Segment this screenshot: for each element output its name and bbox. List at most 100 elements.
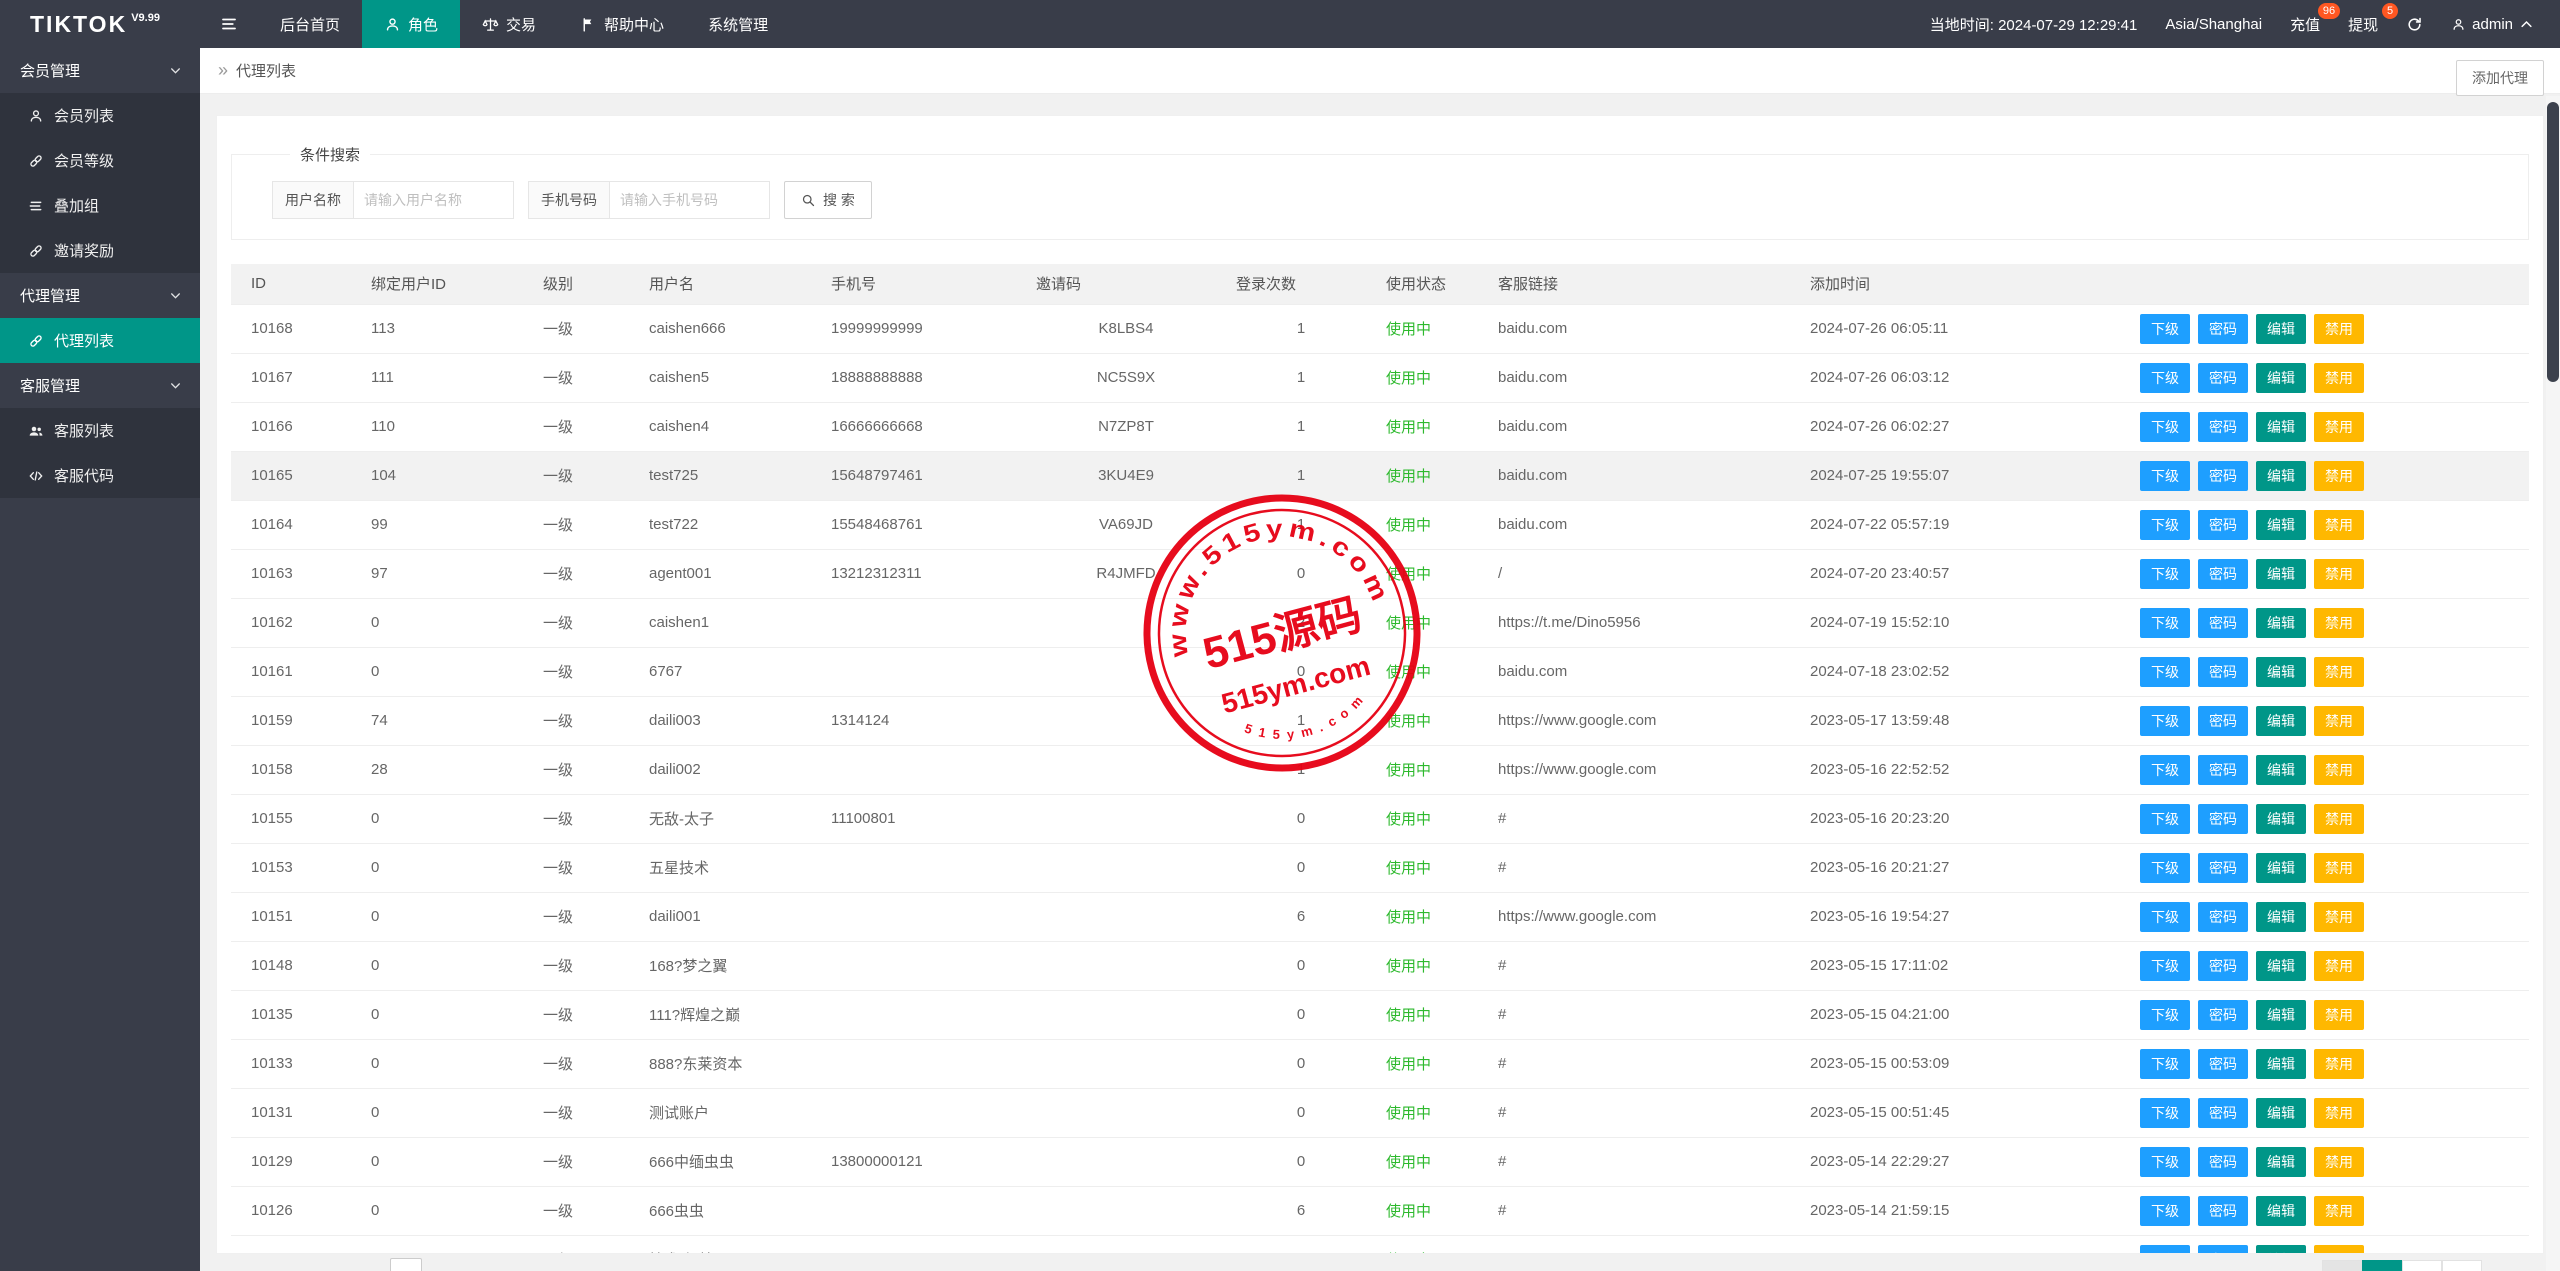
password-button[interactable]: 密码 (2198, 558, 2248, 589)
sidebar-group-header[interactable]: 客服管理 (0, 363, 200, 408)
password-button[interactable]: 密码 (2198, 607, 2248, 638)
sidebar-item-邀请奖励[interactable]: 邀请奖励 (0, 228, 200, 273)
nav-item-system[interactable]: 系统管理 (686, 0, 790, 48)
admin-user-menu[interactable]: admin (2451, 16, 2534, 33)
disable-button[interactable]: 禁用 (2314, 754, 2364, 785)
password-button[interactable]: 密码 (2198, 362, 2248, 393)
add-agent-button[interactable]: 添加代理 (2456, 60, 2544, 96)
edit-button[interactable]: 编辑 (2256, 509, 2306, 540)
subordinate-button[interactable]: 下级 (2140, 313, 2190, 344)
edit-button[interactable]: 编辑 (2256, 1244, 2306, 1253)
password-button[interactable]: 密码 (2198, 705, 2248, 736)
subordinate-button[interactable]: 下级 (2140, 509, 2190, 540)
pagination-page-1[interactable]: 1 (2362, 1260, 2402, 1271)
edit-button[interactable]: 编辑 (2256, 362, 2306, 393)
sidebar-item-客服列表[interactable]: 客服列表 (0, 408, 200, 453)
disable-button[interactable]: 禁用 (2314, 509, 2364, 540)
subordinate-button[interactable]: 下级 (2140, 460, 2190, 491)
subordinate-button[interactable]: 下级 (2140, 852, 2190, 883)
edit-button[interactable]: 编辑 (2256, 558, 2306, 589)
edit-button[interactable]: 编辑 (2256, 1097, 2306, 1128)
edit-button[interactable]: 编辑 (2256, 656, 2306, 687)
password-button[interactable]: 密码 (2198, 754, 2248, 785)
password-button[interactable]: 密码 (2198, 460, 2248, 491)
nav-item-help[interactable]: 帮助中心 (558, 0, 686, 48)
pagination-prev[interactable] (2322, 1260, 2362, 1271)
password-button[interactable]: 密码 (2198, 852, 2248, 883)
edit-button[interactable]: 编辑 (2256, 705, 2306, 736)
disable-button[interactable]: 禁用 (2314, 460, 2364, 491)
refresh-icon[interactable] (2406, 16, 2423, 33)
subordinate-button[interactable]: 下级 (2140, 950, 2190, 981)
scrollbar-thumb[interactable] (2547, 102, 2559, 382)
disable-button[interactable]: 禁用 (2314, 1097, 2364, 1128)
password-button[interactable]: 密码 (2198, 411, 2248, 442)
nav-item-home[interactable]: 后台首页 (258, 0, 362, 48)
username-input[interactable] (354, 181, 514, 219)
disable-button[interactable]: 禁用 (2314, 901, 2364, 932)
sidebar-item-会员等级[interactable]: 会员等级 (0, 138, 200, 183)
scrollbar[interactable] (2546, 96, 2560, 1271)
disable-button[interactable]: 禁用 (2314, 1048, 2364, 1079)
disable-button[interactable]: 禁用 (2314, 999, 2364, 1030)
disable-button[interactable]: 禁用 (2314, 656, 2364, 687)
password-button[interactable]: 密码 (2198, 509, 2248, 540)
nav-item-trade[interactable]: 交易 (460, 0, 558, 48)
disable-button[interactable]: 禁用 (2314, 705, 2364, 736)
collapse-menu-icon[interactable] (200, 0, 258, 48)
disable-button[interactable]: 禁用 (2314, 313, 2364, 344)
page-jump-box[interactable] (390, 1258, 422, 1271)
edit-button[interactable]: 编辑 (2256, 411, 2306, 442)
subordinate-button[interactable]: 下级 (2140, 656, 2190, 687)
password-button[interactable]: 密码 (2198, 1244, 2248, 1253)
subordinate-button[interactable]: 下级 (2140, 705, 2190, 736)
password-button[interactable]: 密码 (2198, 1146, 2248, 1177)
sidebar-item-代理列表[interactable]: 代理列表 (0, 318, 200, 363)
subordinate-button[interactable]: 下级 (2140, 411, 2190, 442)
edit-button[interactable]: 编辑 (2256, 460, 2306, 491)
sidebar-item-客服代码[interactable]: 客服代码 (0, 453, 200, 498)
edit-button[interactable]: 编辑 (2256, 607, 2306, 638)
edit-button[interactable]: 编辑 (2256, 1048, 2306, 1079)
edit-button[interactable]: 编辑 (2256, 999, 2306, 1030)
subordinate-button[interactable]: 下级 (2140, 1244, 2190, 1253)
edit-button[interactable]: 编辑 (2256, 1146, 2306, 1177)
password-button[interactable]: 密码 (2198, 950, 2248, 981)
edit-button[interactable]: 编辑 (2256, 803, 2306, 834)
subordinate-button[interactable]: 下级 (2140, 558, 2190, 589)
disable-button[interactable]: 禁用 (2314, 950, 2364, 981)
edit-button[interactable]: 编辑 (2256, 852, 2306, 883)
edit-button[interactable]: 编辑 (2256, 313, 2306, 344)
subordinate-button[interactable]: 下级 (2140, 607, 2190, 638)
password-button[interactable]: 密码 (2198, 1048, 2248, 1079)
subordinate-button[interactable]: 下级 (2140, 999, 2190, 1030)
edit-button[interactable]: 编辑 (2256, 950, 2306, 981)
password-button[interactable]: 密码 (2198, 901, 2248, 932)
subordinate-button[interactable]: 下级 (2140, 1097, 2190, 1128)
nav-item-role[interactable]: 角色 (362, 0, 461, 48)
recharge-button[interactable]: 充值 96 (2290, 2, 2341, 35)
sidebar-group-header[interactable]: 代理管理 (0, 273, 200, 318)
pagination-page-3[interactable]: 3 (2442, 1260, 2482, 1271)
search-button[interactable]: 搜 索 (784, 181, 872, 219)
subordinate-button[interactable]: 下级 (2140, 754, 2190, 785)
password-button[interactable]: 密码 (2198, 1097, 2248, 1128)
subordinate-button[interactable]: 下级 (2140, 362, 2190, 393)
disable-button[interactable]: 禁用 (2314, 607, 2364, 638)
disable-button[interactable]: 禁用 (2314, 362, 2364, 393)
disable-button[interactable]: 禁用 (2314, 1146, 2364, 1177)
subordinate-button[interactable]: 下级 (2140, 1146, 2190, 1177)
password-button[interactable]: 密码 (2198, 803, 2248, 834)
sidebar-item-叠加组[interactable]: 叠加组 (0, 183, 200, 228)
disable-button[interactable]: 禁用 (2314, 803, 2364, 834)
password-button[interactable]: 密码 (2198, 656, 2248, 687)
password-button[interactable]: 密码 (2198, 1195, 2248, 1226)
disable-button[interactable]: 禁用 (2314, 852, 2364, 883)
disable-button[interactable]: 禁用 (2314, 1195, 2364, 1226)
edit-button[interactable]: 编辑 (2256, 1195, 2306, 1226)
password-button[interactable]: 密码 (2198, 999, 2248, 1030)
disable-button[interactable]: 禁用 (2314, 558, 2364, 589)
pagination-page-2[interactable]: 2 (2402, 1260, 2442, 1271)
disable-button[interactable]: 禁用 (2314, 1244, 2364, 1253)
subordinate-button[interactable]: 下级 (2140, 1195, 2190, 1226)
